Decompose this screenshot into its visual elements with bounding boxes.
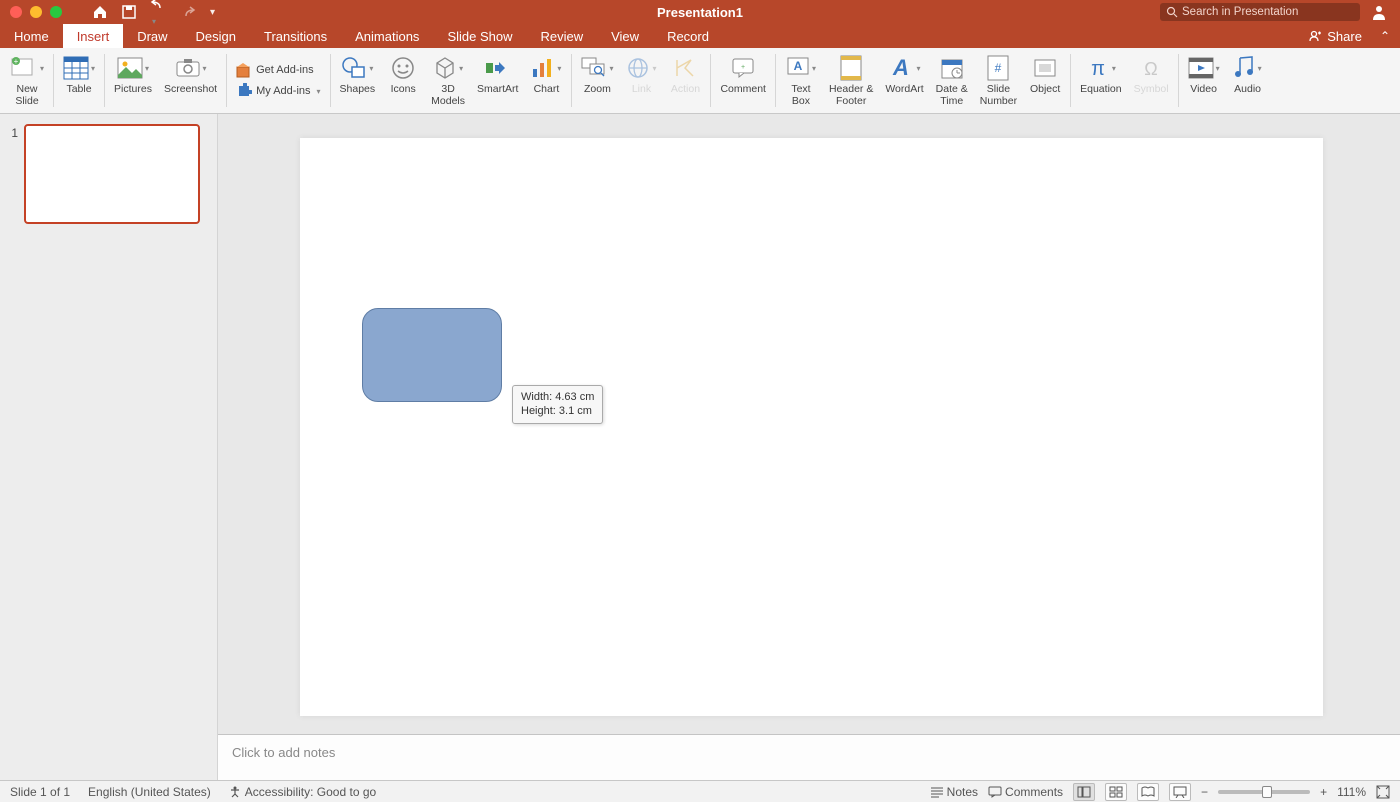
tab-record[interactable]: Record <box>653 24 723 48</box>
zoom-button[interactable]: ▾ Zoom <box>575 50 619 111</box>
tooltip-width: Width: 4.63 cm <box>521 390 594 404</box>
object-button[interactable]: Object <box>1023 50 1067 111</box>
tab-animations[interactable]: Animations <box>341 24 433 48</box>
svg-text:+: + <box>741 64 745 71</box>
icons-button[interactable]: Icons <box>381 50 425 111</box>
wordart-button[interactable]: A▾ WordArt <box>879 50 929 111</box>
zoom-level[interactable]: 111% <box>1337 785 1366 799</box>
size-tooltip: Width: 4.63 cm Height: 3.1 cm <box>512 385 603 424</box>
get-addins-button[interactable]: Get Add-ins <box>230 61 326 79</box>
maximize-window-button[interactable] <box>50 6 62 18</box>
normal-view-button[interactable] <box>1073 783 1095 801</box>
notes-pane[interactable]: Click to add notes <box>218 734 1400 780</box>
tab-transitions[interactable]: Transitions <box>250 24 341 48</box>
thumbnail-number: 1 <box>4 124 18 140</box>
tab-insert[interactable]: Insert <box>63 24 124 48</box>
svg-text:+: + <box>14 57 19 66</box>
chart-button[interactable]: ▾ Chart <box>524 50 568 111</box>
qat-customize[interactable]: ▾ <box>210 7 215 18</box>
home-icon[interactable] <box>92 4 108 20</box>
thumbnail-preview[interactable] <box>24 124 200 224</box>
zoom-in-button[interactable]: + <box>1320 785 1327 799</box>
tooltip-height: Height: 3.1 cm <box>521 404 594 418</box>
zoom-slider[interactable] <box>1218 790 1310 794</box>
save-icon[interactable] <box>122 5 136 19</box>
table-button[interactable]: ▾ Table <box>57 50 101 111</box>
status-bar: Slide 1 of 1 English (United States) Acc… <box>0 780 1400 802</box>
new-slide-button[interactable]: +▾ New Slide <box>4 50 50 111</box>
document-title: Presentation1 <box>657 5 743 20</box>
audio-button[interactable]: ▾ Audio <box>1226 50 1270 111</box>
svg-text:A: A <box>794 59 803 73</box>
status-slide[interactable]: Slide 1 of 1 <box>10 785 70 799</box>
tab-design[interactable]: Design <box>182 24 250 48</box>
slideshow-view-button[interactable] <box>1169 783 1191 801</box>
tab-view[interactable]: View <box>597 24 653 48</box>
rounded-rectangle-shape[interactable] <box>362 308 502 402</box>
comments-toggle[interactable]: Comments <box>988 785 1063 799</box>
notes-toggle[interactable]: Notes <box>930 785 978 799</box>
slide-canvas-area[interactable]: Width: 4.63 cm Height: 3.1 cm <box>218 114 1400 780</box>
tab-slideshow[interactable]: Slide Show <box>433 24 526 48</box>
video-button[interactable]: ▾ Video <box>1182 50 1226 111</box>
undo-icon[interactable]: ▾ <box>150 0 166 27</box>
search-box[interactable] <box>1160 3 1360 21</box>
svg-text:π: π <box>1091 58 1105 80</box>
ribbon: +▾ New Slide ▾ Table ▾ Pictures ▾ Screen… <box>0 48 1400 114</box>
accessibility-icon <box>229 786 241 798</box>
workspace: 1 Width: 4.63 cm Height: 3.1 cm <box>0 114 1400 780</box>
3d-models-button[interactable]: ▾ 3D Models <box>425 50 471 111</box>
title-bar: ▾ ▾ Presentation1 <box>0 0 1400 24</box>
minimize-window-button[interactable] <box>30 6 42 18</box>
user-avatar[interactable] <box>1370 3 1388 21</box>
svg-text:#: # <box>995 61 1002 75</box>
share-area: Share ⌃ <box>1309 24 1390 48</box>
search-icon <box>1166 6 1178 18</box>
quick-access-toolbar: ▾ ▾ <box>92 0 215 27</box>
zoom-out-button[interactable]: − <box>1201 785 1208 799</box>
status-accessibility[interactable]: Accessibility: Good to go <box>229 785 376 799</box>
tab-draw[interactable]: Draw <box>123 24 181 48</box>
my-addins-button[interactable]: My Add-ins▾ <box>230 82 326 100</box>
header-footer-button[interactable]: Header & Footer <box>823 50 879 111</box>
link-button[interactable]: ▾ Link <box>619 50 663 111</box>
redo-icon[interactable] <box>180 5 196 19</box>
slide-thumbnails-panel[interactable]: 1 <box>0 114 218 780</box>
thumbnail-item[interactable]: 1 <box>4 124 207 224</box>
pictures-button[interactable]: ▾ Pictures <box>108 50 158 111</box>
collapse-ribbon-button[interactable]: ⌃ <box>1380 29 1390 43</box>
symbol-button[interactable]: Ω Symbol <box>1128 50 1175 111</box>
notes-placeholder: Click to add notes <box>232 745 335 760</box>
slide-sorter-view-button[interactable] <box>1105 783 1127 801</box>
slide-number-button[interactable]: # Slide Number <box>974 50 1023 111</box>
share-button[interactable]: Share <box>1309 29 1362 44</box>
comment-button[interactable]: + Comment <box>714 50 772 111</box>
status-language[interactable]: English (United States) <box>88 785 211 799</box>
shapes-button[interactable]: ▾ Shapes <box>334 50 382 111</box>
tab-home[interactable]: Home <box>0 24 63 48</box>
tab-review[interactable]: Review <box>526 24 597 48</box>
equation-button[interactable]: π▾ Equation <box>1074 50 1127 111</box>
svg-text:Ω: Ω <box>1144 59 1157 79</box>
fit-to-window-button[interactable] <box>1376 785 1390 799</box>
reading-view-button[interactable] <box>1137 783 1159 801</box>
date-time-button[interactable]: Date & Time <box>930 50 974 111</box>
action-button[interactable]: Action <box>663 50 707 111</box>
screenshot-button[interactable]: ▾ Screenshot <box>158 50 223 111</box>
svg-text:A: A <box>893 56 910 80</box>
slide[interactable]: Width: 4.63 cm Height: 3.1 cm <box>300 138 1323 716</box>
window-controls <box>0 6 62 18</box>
smartart-button[interactable]: SmartArt <box>471 50 524 111</box>
ribbon-tabs: Home Insert Draw Design Transitions Anim… <box>0 24 1400 48</box>
search-input[interactable] <box>1182 6 1354 18</box>
close-window-button[interactable] <box>10 6 22 18</box>
text-box-button[interactable]: A▾ Text Box <box>779 50 823 111</box>
